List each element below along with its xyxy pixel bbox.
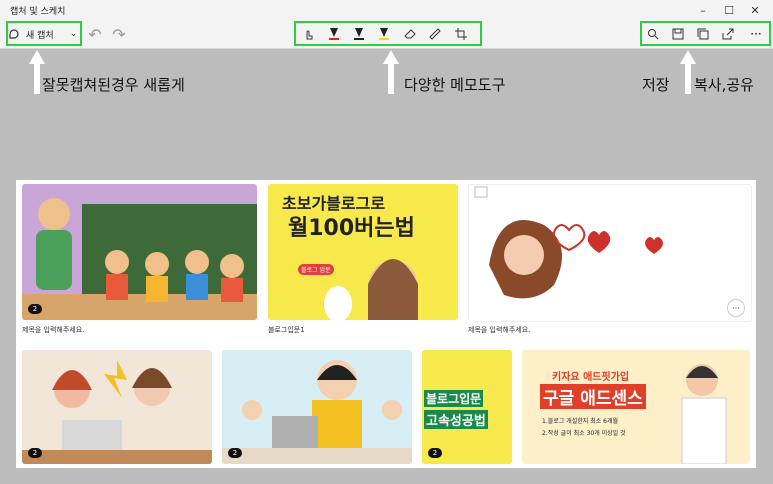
page-badge: 2 xyxy=(28,448,42,458)
card-more-button[interactable]: ··· xyxy=(727,299,745,317)
annotation-save: 저장 xyxy=(642,76,670,94)
caption-card-1: 제목을 입력해주세요. xyxy=(22,326,85,334)
thumbnail-stressed-workers[interactable]: 2 xyxy=(22,350,212,464)
annotation-new-capture: 잘못캡쳐된경우 새롭게 xyxy=(42,76,185,94)
maximize-icon[interactable]: ☐ xyxy=(716,0,742,20)
annotation-tools: 다양한 메모도구 xyxy=(404,76,506,94)
page-badge: 2 xyxy=(428,448,442,458)
capture-canvas[interactable]: 2 제목을 입력해주세요. 초보가블로그로 월100버는법 블로그 입문 블로그… xyxy=(16,180,756,468)
actions-highlight xyxy=(640,21,771,46)
thumbnail-adsense[interactable]: 키자요 애드핏가입 구글 애드센스 1.블로그 개설한지 최소 6개월 2.작성… xyxy=(522,350,750,464)
blog-success-text: 고속성공법 xyxy=(424,410,488,429)
minimize-icon[interactable]: – xyxy=(690,0,716,20)
arrow-up-icon xyxy=(680,50,696,94)
tools-highlight xyxy=(294,21,482,46)
page-badge: 2 xyxy=(228,448,242,458)
title-bar: 캡처 및 스케치 – ☐ ✕ xyxy=(0,0,773,20)
redo-icon[interactable]: ↷ xyxy=(108,24,130,44)
arrow-up-icon xyxy=(29,50,45,94)
thumbnail-laptop-crowd[interactable]: 2 xyxy=(222,350,412,464)
caption-card-2: 블로그입문1 xyxy=(268,326,305,334)
thumbnail-blog-money[interactable]: 초보가블로그로 월100버는법 블로그 입문 xyxy=(268,184,458,320)
thumbnail-blog-intro[interactable]: 블로그입문 고속성공법 2 xyxy=(422,350,512,464)
window-title: 캡처 및 스케치 xyxy=(10,7,66,17)
blog-intro-text: 블로그입문 xyxy=(424,390,484,407)
caption-card-3: 제목을 입력해주세요. xyxy=(468,326,531,334)
close-icon[interactable]: ✕ xyxy=(742,0,768,20)
thumbnail-classroom[interactable]: 2 xyxy=(22,184,257,320)
new-capture-highlight xyxy=(6,21,82,46)
annotation-copy-share: 복사,공유 xyxy=(694,76,754,94)
undo-icon[interactable]: ↶ xyxy=(84,24,106,44)
arrow-up-icon xyxy=(383,50,399,94)
thumbnail-hearts[interactable]: ··· xyxy=(468,184,752,322)
page-badge: 2 xyxy=(28,304,42,314)
